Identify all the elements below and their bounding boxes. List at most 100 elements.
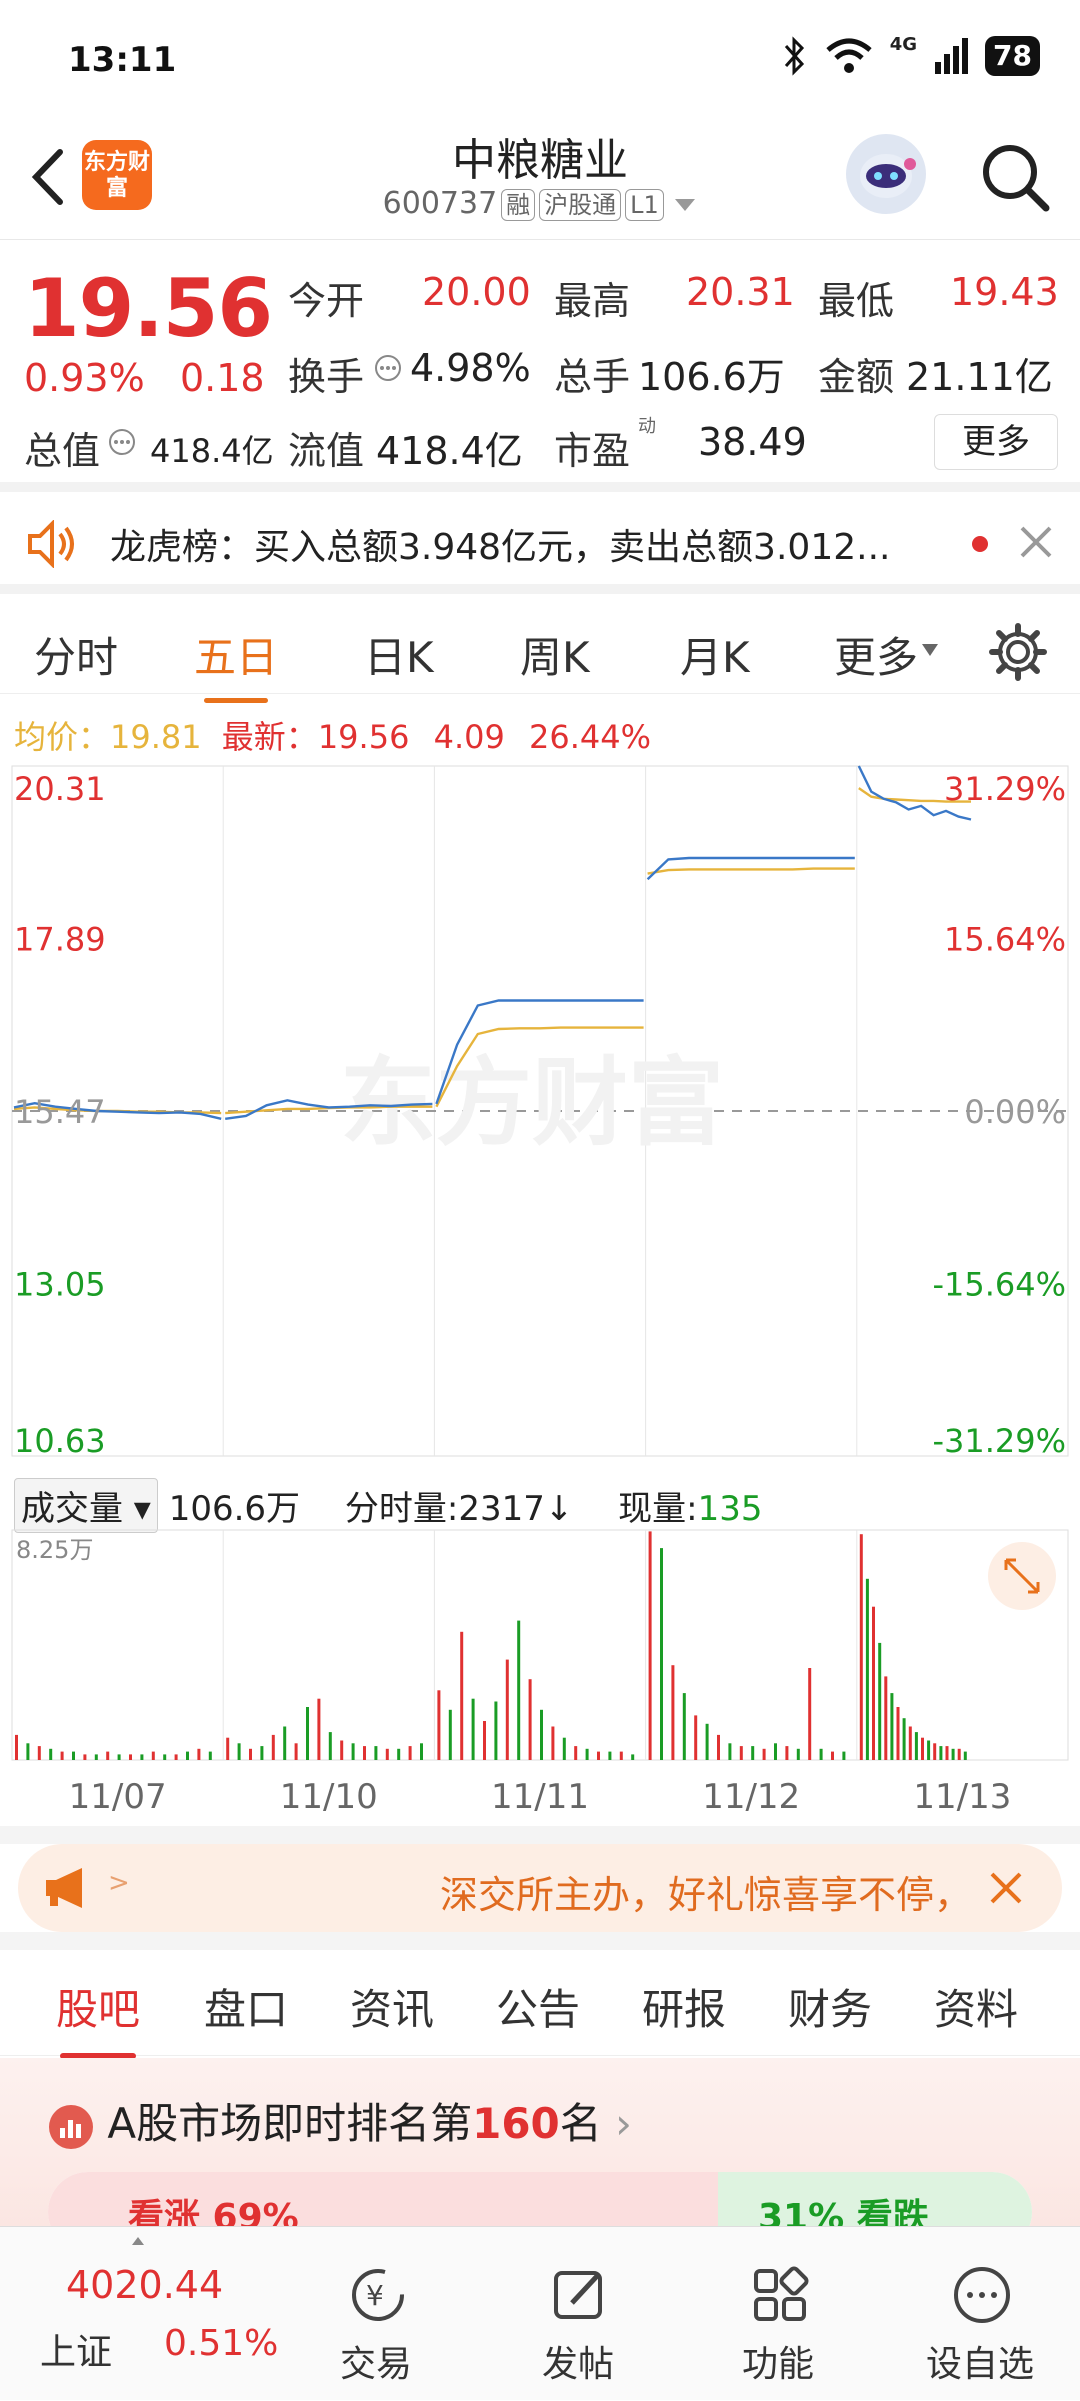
tab-five-day[interactable]: 五日 bbox=[194, 624, 278, 703]
network-type: 4G bbox=[889, 33, 918, 55]
volume-chart[interactable]: 8.25万 11/07 11/10 11/11 11/12 11/13 bbox=[0, 1526, 1080, 1826]
volume-bar bbox=[951, 1748, 955, 1760]
y-axis-left-label: 17.89 bbox=[14, 921, 106, 959]
volume-bar bbox=[902, 1718, 906, 1760]
index-widget[interactable]: 4020.44 上证 0.51% bbox=[0, 2227, 300, 2401]
more-caret-icon[interactable] bbox=[920, 642, 940, 658]
volume-bar bbox=[762, 1748, 766, 1760]
amount-label: 金额 bbox=[818, 355, 895, 399]
open-label: 今开 bbox=[288, 279, 365, 323]
volume-bar bbox=[140, 1754, 144, 1760]
volume-bar bbox=[878, 1642, 882, 1760]
tab-research[interactable]: 研报 bbox=[642, 1976, 726, 2037]
dragon-tiger-notice[interactable]: 龙虎榜：买入总额3.948亿元，卖出总额3.012... bbox=[0, 494, 1080, 594]
volume-bar bbox=[437, 1690, 441, 1760]
promo-banner[interactable]: > 深交所主办，好礼惊喜享不停， bbox=[18, 1844, 1062, 1932]
index-change: 0.51% bbox=[164, 2323, 279, 2364]
volume-bar bbox=[340, 1740, 344, 1760]
tab-monthly-k[interactable]: 月K bbox=[680, 624, 750, 685]
volume-bar bbox=[739, 1746, 743, 1760]
low-value: 19.43 bbox=[950, 270, 1059, 314]
volume-bar bbox=[385, 1748, 389, 1760]
close-icon[interactable] bbox=[1018, 524, 1054, 560]
tab-weekly-k[interactable]: 周K bbox=[520, 624, 590, 685]
x-axis-date-label: 11/13 bbox=[913, 1777, 1011, 1817]
volume-bar bbox=[197, 1748, 201, 1760]
volume-bar bbox=[83, 1754, 87, 1760]
volume-bar bbox=[26, 1743, 30, 1760]
expand-icon[interactable] bbox=[988, 1542, 1056, 1610]
float-value-label: 流值 bbox=[288, 429, 365, 473]
chart-tabs: 分时 五日 日K 周K 月K 更多 bbox=[0, 604, 1080, 703]
wifi-icon bbox=[826, 38, 872, 73]
volume-bar bbox=[494, 1701, 498, 1760]
tab-daily-k[interactable]: 日K bbox=[364, 624, 434, 685]
volume-bar bbox=[859, 1534, 863, 1760]
volume-bar bbox=[808, 1668, 812, 1760]
float-value: 418.4亿 bbox=[376, 429, 523, 473]
tab-profile[interactable]: 资料 bbox=[934, 1976, 1018, 2037]
info-dots-icon[interactable] bbox=[108, 428, 136, 456]
nav-trade[interactable]: ¥ 交易 bbox=[306, 2227, 446, 2401]
volume-bar bbox=[49, 1748, 53, 1760]
volume-bar bbox=[660, 1548, 663, 1760]
volume-bar bbox=[785, 1746, 789, 1760]
volume-bar bbox=[933, 1743, 937, 1760]
trade-icon: ¥ bbox=[352, 2269, 404, 2321]
volume-bar bbox=[927, 1740, 931, 1760]
volume-bar bbox=[751, 1746, 755, 1760]
svg-text:¥: ¥ bbox=[366, 2279, 384, 2312]
avg-label: 均价： bbox=[14, 718, 111, 756]
ranking-title[interactable]: A股市场即时排名第160名 › bbox=[48, 2090, 632, 2151]
tab-more[interactable]: 更多 bbox=[834, 624, 918, 685]
more-quote-button[interactable]: 更多 bbox=[934, 414, 1058, 470]
volume-bar bbox=[619, 1751, 623, 1760]
ranking-chart-icon bbox=[49, 2104, 93, 2149]
volume-bar bbox=[694, 1715, 698, 1760]
five-day-price-chart[interactable]: 东方财富 20.31 31.29% 17.89 15.64% 15.47 0.00% 13.… bbox=[0, 756, 1080, 1476]
volume-bar bbox=[363, 1746, 366, 1760]
up-triangle-icon bbox=[132, 2237, 144, 2245]
ranking-number: 160 bbox=[472, 2099, 560, 2148]
tab-finance[interactable]: 财务 bbox=[788, 1976, 872, 2037]
chevron-right-icon: › bbox=[615, 2099, 632, 2148]
info-dots-icon[interactable] bbox=[374, 354, 402, 382]
info-change: 4.09 bbox=[433, 718, 505, 756]
volume-bar bbox=[551, 1726, 555, 1760]
battery-indicator: 78 bbox=[985, 36, 1040, 76]
volume-bar bbox=[283, 1726, 287, 1760]
assistant-robot-icon[interactable] bbox=[846, 134, 926, 214]
volume-bar bbox=[351, 1743, 355, 1760]
volume-bar bbox=[865, 1578, 869, 1760]
close-icon[interactable] bbox=[988, 1870, 1024, 1906]
megaphone-icon bbox=[46, 1868, 82, 1908]
level-tag: L1 bbox=[625, 189, 664, 221]
tab-announcements[interactable]: 公告 bbox=[496, 1976, 580, 2037]
volume-bar bbox=[237, 1743, 241, 1760]
volume-bar bbox=[374, 1746, 378, 1760]
volume-bar bbox=[94, 1754, 98, 1760]
volume-bar bbox=[37, 1746, 41, 1760]
x-axis-date-label: 11/07 bbox=[69, 1777, 167, 1817]
volume-bar bbox=[957, 1748, 961, 1760]
volume-total: 106.6万 bbox=[168, 1489, 301, 1529]
volume-selector[interactable]: 成交量 ▾ bbox=[14, 1478, 158, 1533]
nav-functions[interactable]: 功能 bbox=[708, 2227, 848, 2401]
search-icon[interactable] bbox=[976, 138, 1056, 218]
volume-bar bbox=[249, 1748, 252, 1760]
nav-add-watchlist[interactable]: 设自选 bbox=[910, 2227, 1050, 2401]
volume-bar bbox=[705, 1723, 709, 1760]
volume-bar bbox=[608, 1751, 612, 1760]
nav-post[interactable]: 发帖 bbox=[508, 2227, 648, 2401]
tab-order-book[interactable]: 盘口 bbox=[204, 1976, 288, 2037]
dropdown-caret-icon[interactable] bbox=[673, 197, 697, 213]
volume-bar bbox=[60, 1751, 64, 1760]
settings-gear-icon[interactable] bbox=[988, 622, 1048, 682]
volume-bar bbox=[796, 1748, 800, 1760]
x-axis-date-label: 11/10 bbox=[280, 1777, 378, 1817]
tab-news[interactable]: 资讯 bbox=[350, 1976, 434, 2037]
notice-text: 龙虎榜：买入总额3.948亿元，卖出总额3.012... bbox=[110, 527, 891, 568]
section-divider bbox=[0, 1826, 1080, 1844]
tab-forum[interactable]: 股吧 bbox=[56, 1976, 140, 2059]
tab-intraday[interactable]: 分时 bbox=[34, 624, 118, 685]
